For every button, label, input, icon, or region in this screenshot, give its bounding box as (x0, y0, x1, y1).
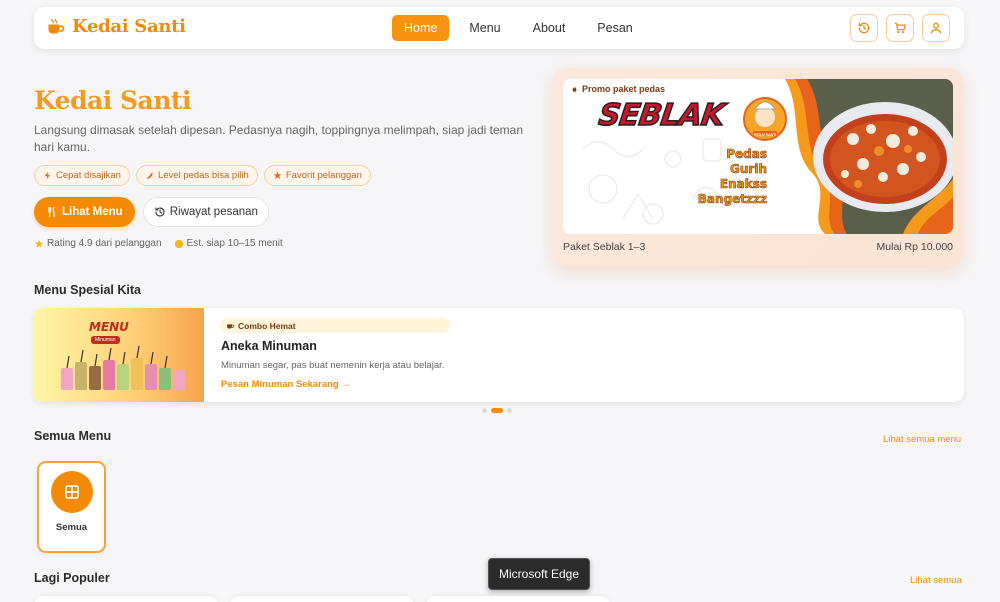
special-menu-title: Menu Spesial Kita (34, 283, 141, 297)
chip-label: Cepat disajikan (56, 170, 121, 181)
banner-title: SEBLAK (596, 97, 727, 134)
popular-item-card[interactable] (34, 596, 218, 602)
category-all[interactable]: Semua (37, 461, 106, 553)
view-menu-button[interactable]: Lihat Menu (34, 197, 135, 227)
order-history-button[interactable]: Riwayat pesanan (142, 197, 269, 227)
all-menu-title: Semua Menu (34, 429, 112, 443)
star-icon (34, 239, 44, 248)
banner-line: Pedas (726, 147, 767, 162)
drinks-image: MENU Minuman (33, 308, 204, 402)
chili-icon (146, 172, 153, 179)
nav-link-menu[interactable]: Menu (457, 15, 512, 41)
nav-link-pesan[interactable]: Pesan (585, 15, 644, 41)
taskbar-tooltip: Microsoft Edge (488, 558, 591, 590)
drinks-image-sublabel: Minuman (91, 336, 120, 344)
history-icon (155, 207, 165, 217)
fire-icon (572, 85, 577, 92)
promo-card[interactable]: Promo paket pedas SEBLAK KEDAI SANTI Ped… (553, 68, 963, 266)
combo-badge: Combo Hemat (220, 318, 450, 333)
category-icon-wrap (50, 471, 93, 513)
history-button[interactable] (850, 14, 878, 42)
nav-link-about[interactable]: About (521, 15, 578, 41)
cart-button[interactable] (886, 14, 914, 42)
promo-banner-image: Promo paket pedas SEBLAK KEDAI SANTI Ped… (563, 79, 953, 234)
carousel-dot[interactable] (507, 408, 512, 413)
order-history-label: Riwayat pesanan (169, 206, 258, 218)
nav-link-home[interactable]: Home (392, 15, 450, 41)
estimate-info: Est. siap 10–15 menit (174, 238, 283, 249)
special-title: Aneka Minuman (221, 339, 317, 353)
order-drinks-link[interactable]: Pesan Minuman Sekarang → (221, 379, 351, 390)
coffee-cup-icon (227, 324, 235, 329)
see-all-menu-link[interactable]: Lihat semua menu (883, 434, 961, 445)
combo-badge-label: Combo Hemat (238, 320, 296, 331)
see-all-popular-link[interactable]: Lihat semua (910, 575, 962, 586)
brand[interactable]: Kedai Santi (46, 16, 186, 37)
hero-meta: Rating 4.9 dari pelanggan Est. siap 10–1… (34, 238, 283, 249)
carousel-dot[interactable] (482, 408, 487, 413)
banner-tagline: Pedas Gurih Enakss Bangetzzz (687, 147, 767, 207)
user-button[interactable] (922, 14, 950, 42)
popular-item-card[interactable] (426, 596, 610, 602)
nav-links: Home Menu About Pesan (392, 15, 645, 41)
navbar: Kedai Santi Home Menu About Pesan (34, 7, 964, 49)
chip-fast: Cepat disajikan (34, 165, 130, 186)
rating-text: Rating 4.9 dari pelanggan (47, 238, 162, 249)
special-menu-card[interactable]: MENU Minuman Combo Hemat Aneka Minuman M… (33, 308, 964, 402)
cta-row: Lihat Menu Riwayat pesanan (34, 197, 269, 227)
carousel-dots (482, 408, 512, 413)
hero-description: Langsung dimasak setelah dipesan. Pedasn… (34, 123, 523, 154)
promo-tag: Promo paket pedas (570, 84, 665, 94)
view-menu-label: Lihat Menu (62, 206, 123, 218)
history-icon (858, 22, 870, 34)
user-icon (930, 22, 942, 34)
chip-label: Favorit pelanggan (285, 170, 362, 181)
promo-price-label: Mulai Rp 10.000 (876, 241, 953, 253)
promo-package-label: Paket Seblak 1–3 (563, 241, 646, 253)
mascot-label: KEDAI SANTI (753, 133, 777, 137)
drinks-image-label: MENU (89, 320, 129, 334)
hero-title: Kedai Santi (34, 86, 191, 115)
cart-icon (894, 22, 906, 34)
dot-icon (174, 239, 183, 248)
popular-list (34, 596, 610, 602)
utensils-icon (48, 206, 55, 218)
popular-title: Lagi Populer (34, 571, 110, 585)
banner-line: Bangetzzz (697, 192, 767, 207)
grid-icon (64, 485, 79, 499)
popular-item-card[interactable] (230, 596, 414, 602)
banner-line: Gurih (730, 162, 768, 177)
brand-name: Kedai Santi (72, 16, 186, 37)
estimate-text: Est. siap 10–15 menit (186, 238, 283, 249)
chip-favorite: Favorit pelanggan (263, 165, 371, 186)
feature-chips: Cepat disajikan Level pedas bisa pilih F… (34, 165, 371, 186)
special-description: Minuman segar, pas buat nemenin kerja at… (221, 360, 445, 371)
chip-spice-level: Level pedas bisa pilih (135, 165, 258, 186)
bolt-icon (44, 171, 51, 180)
coffee-cup-icon (48, 18, 65, 34)
promo-tag-label: Promo paket pedas (582, 84, 666, 94)
chip-label: Level pedas bisa pilih (157, 170, 249, 181)
carousel-dot-active[interactable] (491, 408, 503, 413)
banner-line: Enakss (719, 177, 768, 192)
nav-actions (850, 14, 950, 42)
category-label: Semua (55, 522, 88, 533)
rating-info: Rating 4.9 dari pelanggan (34, 238, 162, 249)
star-icon (273, 171, 282, 179)
